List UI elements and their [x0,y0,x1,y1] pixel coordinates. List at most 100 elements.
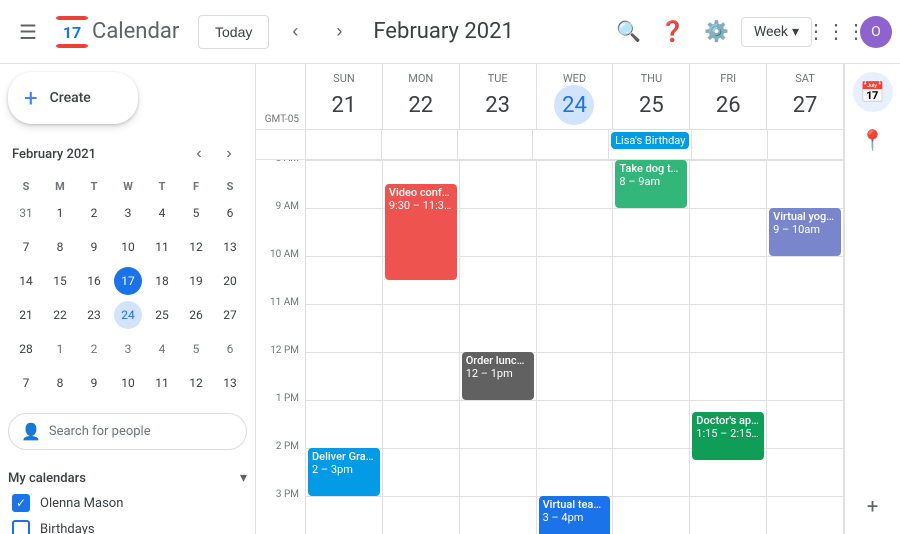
mini-day[interactable]: 18 [148,267,176,295]
settings-button[interactable]: ⚙️ [697,12,737,52]
mini-day[interactable]: 26 [182,301,210,329]
mini-day[interactable]: 3 [114,335,142,363]
my-calendars-header[interactable]: My calendars ▾ [8,466,247,490]
day-col: Deliver Grace's gift2 – 3pm [306,160,383,534]
mini-day[interactable]: 5 [182,199,210,227]
apps-button[interactable]: ⋮⋮⋮ [816,12,856,52]
calendar-item-label: Birthdays [40,522,95,534]
day-number[interactable]: 27 [785,85,825,125]
mini-day[interactable]: 12 [182,369,210,397]
mini-day[interactable]: 6 [216,199,244,227]
mini-day[interactable]: 10 [114,233,142,261]
right-icon-add[interactable]: + [853,486,893,526]
mini-day[interactable]: 20 [216,267,244,295]
mini-day[interactable]: 23 [80,301,108,329]
hour-line [537,352,613,400]
time-label: 2 PM [276,441,299,452]
next-button[interactable]: › [321,14,357,50]
mini-day[interactable]: 13 [216,369,244,397]
event-time: 12 – 1pm [466,367,530,380]
time-label: 1 PM [276,393,299,404]
time-column: 8 AM9 AM10 AM11 AM12 PM1 PM2 PM3 PM4 PM5… [256,160,306,534]
mini-day[interactable]: 6 [216,335,244,363]
day-number[interactable]: 26 [708,85,748,125]
mini-day[interactable]: 9 [80,233,108,261]
mini-day[interactable]: 27 [216,301,244,329]
day-number[interactable]: 21 [324,85,364,125]
day-col: Doctor's appointment1:15 – 2:15pm [690,160,767,534]
mini-day[interactable]: 24 [114,301,142,329]
mini-day[interactable]: 11 [148,233,176,261]
mini-day[interactable]: 8 [46,233,74,261]
mini-day[interactable]: 10 [114,369,142,397]
calendar-event[interactable]: Virtual team meeting3 – 4pm [539,496,611,534]
mini-day[interactable]: 25 [148,301,176,329]
mini-day[interactable]: 4 [148,335,176,363]
day-col: Virtual team meeting3 – 4pm [537,160,614,534]
calendar-item[interactable]: Birthdays [8,516,247,534]
menu-button[interactable]: ☰ [8,12,48,52]
avatar[interactable]: O [860,16,892,48]
mini-day[interactable]: 3 [114,199,142,227]
allday-event[interactable]: Lisa's Birthday [611,132,689,149]
mini-day[interactable]: 1 [46,335,74,363]
chevron-down-icon: ▾ [792,24,799,40]
mini-day[interactable]: 2 [80,199,108,227]
event-time: 2 – 3pm [312,463,376,476]
mini-day[interactable]: 14 [12,267,40,295]
mini-day[interactable]: 19 [182,267,210,295]
app-title: Calendar [92,19,179,44]
calendar-event[interactable]: Take dog to the vet8 – 9am [615,160,687,208]
mini-day[interactable]: 16 [80,267,108,295]
mini-next-button[interactable]: › [215,140,243,168]
day-number[interactable]: 24 [554,85,594,125]
mini-day[interactable]: 7 [12,369,40,397]
today-button[interactable]: Today [198,15,269,49]
mini-cal-week-row: 21222324252627 [10,299,246,331]
mini-prev-button[interactable]: ‹ [185,140,213,168]
mini-cal-cell: 11 [146,367,178,399]
calendar-event[interactable]: Deliver Grace's gift2 – 3pm [308,448,380,496]
mini-day[interactable]: 28 [12,335,40,363]
mini-day[interactable]: 17 [114,267,142,295]
prev-button[interactable]: ‹ [277,14,313,50]
mini-day[interactable]: 9 [80,369,108,397]
allday-label [256,130,306,159]
calendar-event[interactable]: Doctor's appointment1:15 – 2:15pm [692,412,764,460]
calendar-item[interactable]: ✓Olenna Mason [8,490,247,516]
mini-cal-dow: S [214,178,246,195]
mini-day[interactable]: 5 [182,335,210,363]
mini-day[interactable]: 31 [12,199,40,227]
mini-day[interactable]: 1 [46,199,74,227]
calendar-event[interactable]: Video conference9:30 – 11:30am [385,184,457,280]
hour-line [613,448,689,496]
calendar-event[interactable]: Virtual yoga class9 – 10am [769,208,841,256]
help-button[interactable]: ❓ [653,12,693,52]
mini-day[interactable]: 22 [46,301,74,329]
search-button[interactable]: 🔍 [609,12,649,52]
mini-day[interactable]: 21 [12,301,40,329]
mini-day[interactable]: 12 [182,233,210,261]
day-number[interactable]: 25 [631,85,671,125]
create-button[interactable]: + Create [8,72,138,124]
mini-day[interactable]: 8 [46,369,74,397]
mini-day[interactable]: 13 [216,233,244,261]
mini-day[interactable]: 11 [148,369,176,397]
hour-line [613,400,689,448]
right-icon-calendar[interactable]: 📅 [853,72,893,112]
calendar-event[interactable]: Order lunch for office12 – 1pm [462,352,534,400]
view-selector[interactable]: Week ▾ [741,17,812,47]
mini-day[interactable]: 4 [148,199,176,227]
hour-line [537,400,613,448]
hour-line [767,448,843,496]
google-calendar-logo: 17 [56,16,88,48]
people-search[interactable]: 👤 Search for people [8,413,247,450]
day-number[interactable]: 22 [401,85,441,125]
day-number[interactable]: 23 [478,85,518,125]
mini-day[interactable]: 2 [80,335,108,363]
right-icon-map[interactable]: 📍 [853,120,893,160]
mini-day[interactable]: 15 [46,267,74,295]
mini-day[interactable]: 7 [12,233,40,261]
mini-cal-cell: 21 [10,299,42,331]
day-col: Take dog to the vet8 – 9am [613,160,690,534]
